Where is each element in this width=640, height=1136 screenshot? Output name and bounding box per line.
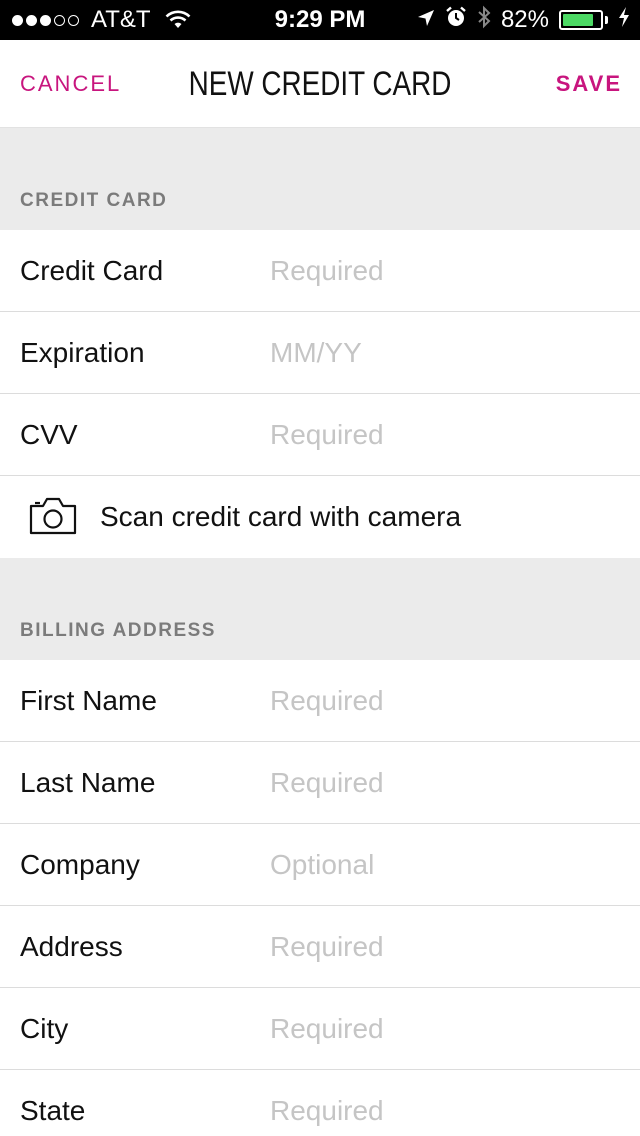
field-label: Last Name xyxy=(20,767,156,798)
field-label: State xyxy=(20,1095,86,1126)
section-title: BILLING ADDRESS xyxy=(20,620,216,641)
battery-level xyxy=(563,14,593,26)
cvv-input[interactable] xyxy=(270,415,620,455)
field-label: CVV xyxy=(20,419,78,450)
scan-label: Scan credit card with camera xyxy=(100,501,462,532)
expiration-input[interactable] xyxy=(270,333,620,373)
field-label: Expiration xyxy=(20,337,145,368)
bluetooth-icon xyxy=(477,5,491,36)
form-row-expiration: Expiration xyxy=(0,312,640,394)
form-row-last-name: Last Name xyxy=(0,742,640,824)
scan-credit-card-button[interactable]: Scan credit card with camera xyxy=(0,476,640,558)
battery-percent: 82% xyxy=(500,6,549,33)
credit-card-number-input[interactable] xyxy=(270,251,620,291)
first-name-input[interactable] xyxy=(270,681,620,721)
camera-icon xyxy=(28,495,78,537)
page-title: NEW CREDIT CARD xyxy=(188,65,452,103)
section-header-credit-card: CREDIT CARD xyxy=(0,128,640,230)
field-label: Address xyxy=(20,931,123,962)
status-right: 82% xyxy=(417,0,630,40)
section-header-billing-address: BILLING ADDRESS xyxy=(0,558,640,660)
status-bar: AT&T 9:29 PM 82% xyxy=(0,0,640,40)
form-row-cvv: CVV xyxy=(0,394,640,476)
location-arrow-icon xyxy=(417,6,435,34)
field-label: First Name xyxy=(20,685,157,716)
address-input[interactable] xyxy=(270,927,620,967)
form-row-company: Company xyxy=(0,824,640,906)
form-row-state: State xyxy=(0,1070,640,1136)
navigation-bar: CANCEL NEW CREDIT CARD SAVE xyxy=(0,40,640,128)
city-input[interactable] xyxy=(270,1009,620,1049)
form-row-address: Address xyxy=(0,906,640,988)
field-label: Company xyxy=(20,849,140,880)
form-row-first-name: First Name xyxy=(0,660,640,742)
battery-icon xyxy=(559,10,608,30)
section-title: CREDIT CARD xyxy=(20,190,168,211)
last-name-input[interactable] xyxy=(270,763,620,803)
alarm-icon xyxy=(445,6,467,35)
charging-bolt-icon xyxy=(618,6,630,34)
form-row-city: City xyxy=(0,988,640,1070)
field-label: City xyxy=(20,1013,69,1044)
field-label: Credit Card xyxy=(20,255,164,286)
company-input[interactable] xyxy=(270,845,620,885)
state-input[interactable] xyxy=(270,1091,620,1131)
form-row-credit-card: Credit Card xyxy=(0,230,640,312)
save-button[interactable]: SAVE xyxy=(556,40,622,128)
